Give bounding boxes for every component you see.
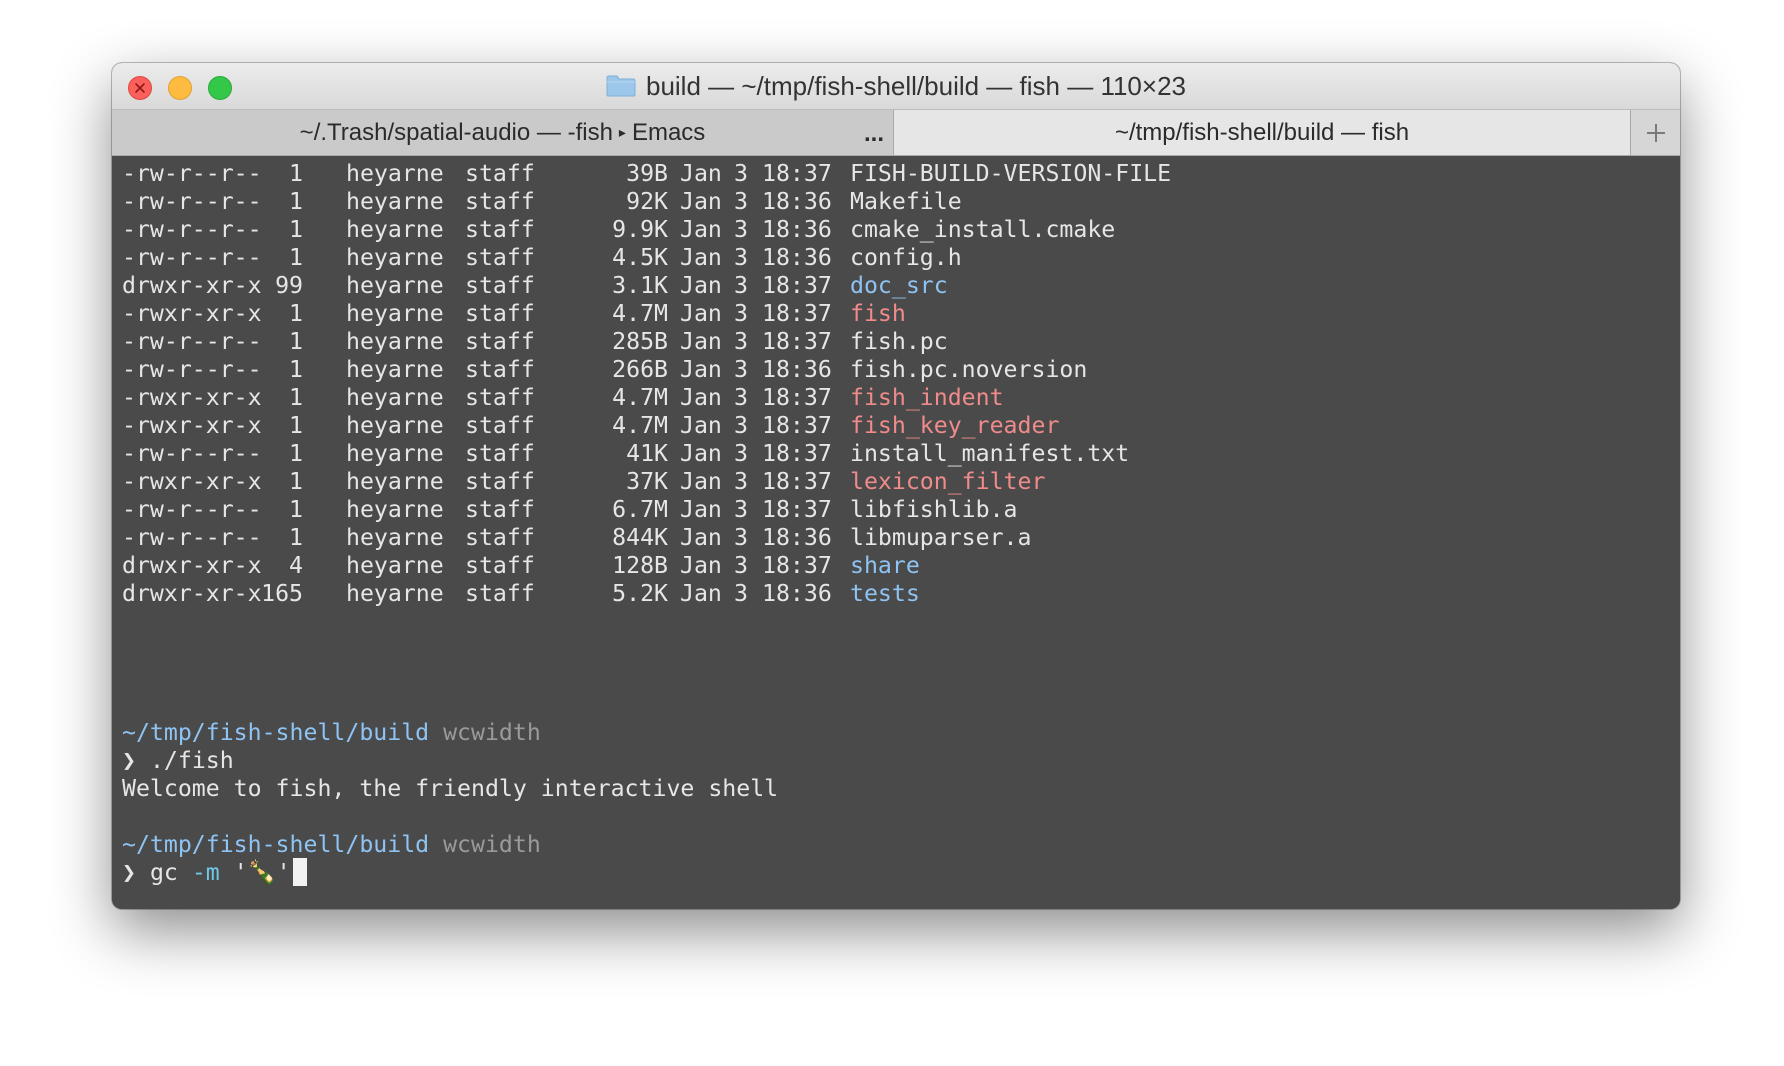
text-cursor <box>292 858 307 886</box>
command-text: ./fish <box>149 747 234 774</box>
tab-label: ~/tmp/fish-shell/build — fish <box>1114 118 1410 146</box>
git-branch: wcwidth <box>443 719 541 746</box>
file-name: tests <box>850 580 920 607</box>
triangle-right-icon: ▸ <box>618 124 626 140</box>
command-input-line[interactable]: ❯ gc -m '🍾' <box>122 857 307 889</box>
link-count: 165 <box>261 580 303 607</box>
terminal-window: build — ~/tmp/fish-shell/build — fish — … <box>112 63 1680 909</box>
git-branch: wcwidth <box>443 831 541 858</box>
prompt-path: ~/tmp/fish-shell/build <box>122 831 430 858</box>
time: 18:36 <box>762 580 832 607</box>
tab-process-label: Emacs <box>631 118 706 146</box>
tab-label: ~/.Trash/spatial-audio — -fish <box>299 118 613 146</box>
folder-icon <box>606 75 636 97</box>
tab-bar: ~/.Trash/spatial-audio — -fish ▸ Emacs .… <box>112 110 1680 156</box>
new-tab-button[interactable] <box>1630 110 1680 155</box>
month: Jan <box>680 580 722 607</box>
window-title-container: build — ~/tmp/fish-shell/build — fish — … <box>112 63 1680 109</box>
prompt-chevron-icon: ❯ <box>122 859 136 886</box>
terminal-output[interactable]: -rw-r--r-- 1 heyarne staff 39B Jan 3 18:37 FISH-… <box>112 156 1680 909</box>
owner: heyarne <box>346 580 444 607</box>
group: staff <box>465 580 535 607</box>
tab-trash-spatial-audio[interactable]: ~/.Trash/spatial-audio — -fish ▸ Emacs .… <box>112 110 894 155</box>
welcome-message: Welcome to fish, the friendly interactiv… <box>122 775 779 802</box>
tab-fish-shell-build[interactable]: ~/tmp/fish-shell/build — fish <box>894 110 1630 155</box>
permissions: drwxr-xr-x <box>122 580 262 607</box>
quote-open: ' <box>233 859 248 886</box>
plus-icon <box>1647 123 1665 142</box>
window-title: build — ~/tmp/fish-shell/build — fish — … <box>645 70 1186 101</box>
prompt-chevron-icon: ❯ <box>122 747 136 774</box>
file-size: 5.2K <box>612 580 668 607</box>
title-bar: build — ~/tmp/fish-shell/build — fish — … <box>112 63 1680 110</box>
command-name: gc <box>149 859 178 886</box>
command-option: -m <box>191 859 220 886</box>
day: 3 <box>734 580 748 607</box>
prompt-path: ~/tmp/fish-shell/build <box>122 719 430 746</box>
tab-overflow-indicator: ... <box>864 120 885 147</box>
quote-close: ' <box>276 859 291 886</box>
champagne-bottle-emoji: 🍾 <box>247 859 277 886</box>
